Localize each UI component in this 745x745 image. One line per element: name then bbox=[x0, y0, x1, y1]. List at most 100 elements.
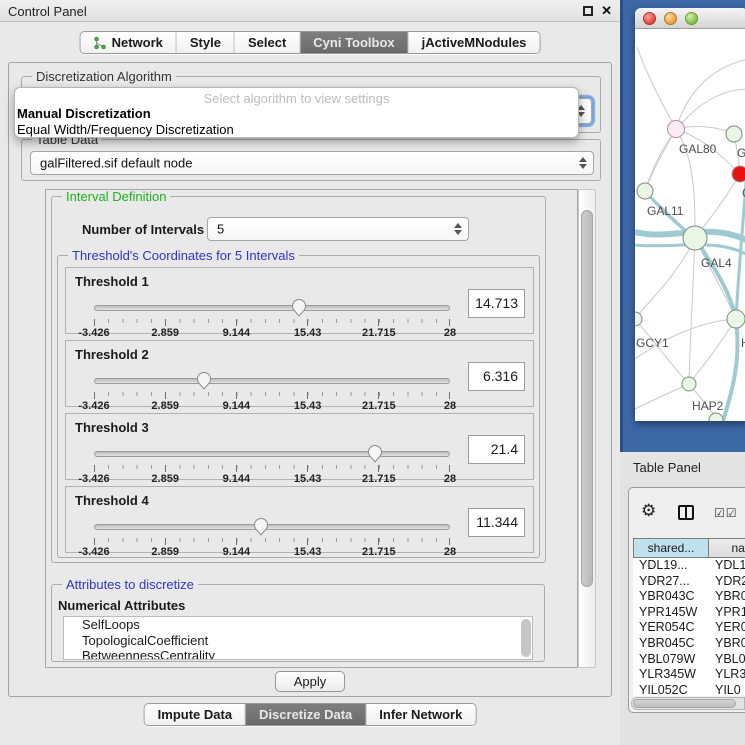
label-gal4: GAL4 bbox=[701, 256, 732, 270]
node-gcy1[interactable] bbox=[635, 312, 642, 326]
tab-infer-network[interactable]: Infer Network bbox=[366, 704, 475, 725]
table-panel-titlebar: Table Panel bbox=[620, 452, 745, 483]
cell-shared-name[interactable]: YDL19... bbox=[633, 558, 709, 574]
settings-scrollbar-thumb[interactable] bbox=[581, 210, 593, 587]
cell-shared-name[interactable]: YPR145W bbox=[633, 605, 709, 621]
apply-button[interactable]: Apply bbox=[275, 671, 345, 692]
cell-name[interactable]: YPR1 bbox=[709, 605, 745, 621]
column-header-name[interactable]: name bbox=[709, 538, 745, 558]
attribute-list-item[interactable]: SelfLoops bbox=[64, 617, 532, 633]
cell-name[interactable]: YER0 bbox=[709, 620, 745, 636]
cell-shared-name[interactable]: YBL079W bbox=[633, 652, 709, 668]
node-partial-top-right[interactable] bbox=[726, 126, 742, 142]
table-row[interactable]: YBL079WYBL0 bbox=[633, 652, 745, 668]
checkboxes-icon[interactable]: ☑☑ bbox=[714, 506, 738, 520]
tick-label: 15.43 bbox=[294, 473, 322, 485]
node-red-selected[interactable] bbox=[732, 166, 745, 182]
threshold-label: Threshold 4 bbox=[75, 493, 149, 508]
threshold-value-field[interactable]: 11.344 bbox=[468, 508, 525, 537]
cell-shared-name[interactable]: YLR345W bbox=[633, 667, 709, 683]
cell-shared-name[interactable]: YBR045C bbox=[633, 636, 709, 652]
tick-label: 21.715 bbox=[362, 327, 396, 339]
threshold-4-row: Threshold 4 -3.4262.8599.14415.4321.7152… bbox=[65, 486, 534, 553]
node-partial-bottom[interactable] bbox=[709, 413, 723, 421]
table-hscrollbar-thumb[interactable] bbox=[633, 699, 736, 708]
table-panel-toolbar: ⚙ ☑☑ bbox=[629, 488, 745, 533]
node-hap2[interactable] bbox=[682, 377, 696, 391]
cell-name[interactable]: YBL0 bbox=[709, 652, 745, 668]
tick-label: 2.859 bbox=[151, 546, 179, 558]
table-body[interactable]: YDL19...YDL1YDR27...YDR2YBR043CYBR0YPR14… bbox=[633, 558, 745, 696]
tab-jactivemnodules[interactable]: jActiveMNodules bbox=[409, 32, 540, 53]
node-gal11[interactable] bbox=[637, 183, 653, 199]
tab-network[interactable]: Network bbox=[81, 32, 177, 53]
tab-select[interactable]: Select bbox=[235, 32, 300, 53]
attribute-list-item[interactable]: BetweennessCentrality bbox=[64, 648, 532, 660]
threshold-value-field[interactable]: 21.4 bbox=[468, 435, 525, 464]
close-icon[interactable]: ✕ bbox=[601, 3, 612, 19]
tick-label: 9.144 bbox=[223, 546, 251, 558]
table-row[interactable]: YER054CYER0 bbox=[633, 620, 745, 636]
cell-shared-name[interactable]: YIL052C bbox=[633, 683, 709, 696]
threshold-slider-track[interactable] bbox=[94, 378, 450, 384]
popup-option-manual-discretization[interactable]: Manual Discretization bbox=[17, 106, 151, 121]
table-row[interactable]: YLR345WYLR3 bbox=[633, 667, 745, 683]
tick-label: 15.43 bbox=[294, 327, 322, 339]
close-traffic-light-icon[interactable] bbox=[643, 12, 656, 25]
table-row[interactable]: YBR045CYBR0 bbox=[633, 636, 745, 652]
gear-icon[interactable]: ⚙ bbox=[641, 501, 656, 521]
threshold-slider-track[interactable] bbox=[94, 305, 450, 311]
threshold-value-field[interactable]: 6.316 bbox=[468, 362, 525, 391]
tab-impute-data[interactable]: Impute Data bbox=[145, 704, 246, 725]
cell-name[interactable]: YLR3 bbox=[709, 667, 745, 683]
window-title: Control Panel bbox=[8, 4, 87, 19]
table-data-combo[interactable]: galFiltered.sif default node bbox=[30, 151, 594, 175]
number-of-intervals-combo[interactable]: 5 bbox=[207, 217, 469, 241]
cell-shared-name[interactable]: YER054C bbox=[633, 620, 709, 636]
float-window-icon[interactable] bbox=[583, 6, 593, 16]
minimize-traffic-light-icon[interactable] bbox=[664, 12, 677, 25]
threshold-slider-track[interactable] bbox=[94, 524, 450, 530]
settings-scrollbar[interactable] bbox=[578, 189, 596, 668]
threshold-slider-thumb[interactable] bbox=[196, 371, 212, 390]
popup-hint: Select algorithm to view settings bbox=[15, 91, 578, 106]
threshold-slider-thumb[interactable] bbox=[367, 444, 383, 463]
cell-name[interactable]: YBR0 bbox=[709, 636, 745, 652]
node-partial-low-right[interactable] bbox=[727, 310, 745, 328]
table-data-combo-value: galFiltered.sif default node bbox=[40, 156, 192, 171]
tick-label: -3.426 bbox=[78, 473, 109, 485]
threshold-slider-thumb[interactable] bbox=[291, 298, 307, 317]
table-row[interactable]: YDL19...YDL1 bbox=[633, 558, 745, 574]
right-column-footer bbox=[620, 713, 745, 745]
zoom-traffic-light-icon[interactable] bbox=[685, 12, 698, 25]
table-row[interactable]: YPR145WYPR1 bbox=[633, 605, 745, 621]
tab-discretize-data[interactable]: Discretize Data bbox=[246, 704, 366, 725]
cell-name[interactable]: YIL0 bbox=[709, 683, 745, 696]
cell-name[interactable]: YDR2 bbox=[709, 574, 745, 590]
split-table-icon[interactable] bbox=[678, 505, 694, 520]
table-row[interactable]: YIL052CYIL0 bbox=[633, 683, 745, 696]
cell-shared-name[interactable]: YBR043C bbox=[633, 589, 709, 605]
cell-shared-name[interactable]: YDR27... bbox=[633, 574, 709, 590]
threshold-slider-track[interactable] bbox=[94, 451, 450, 457]
node-gal4[interactable] bbox=[683, 226, 707, 250]
tab-cyni-toolbox[interactable]: Cyni Toolbox bbox=[300, 32, 408, 53]
list-scrollbar-thumb[interactable] bbox=[521, 619, 531, 657]
node-gal80[interactable] bbox=[668, 121, 685, 138]
cell-name[interactable]: YDL1 bbox=[709, 558, 745, 574]
table-horizontal-scrollbar[interactable] bbox=[631, 697, 745, 710]
tick-label: -3.426 bbox=[78, 327, 109, 339]
numerical-attributes-list[interactable]: SelfLoopsTopologicalCoefficientBetweenne… bbox=[63, 616, 533, 660]
threshold-slider-thumb[interactable] bbox=[253, 517, 269, 536]
table-panel-title: Table Panel bbox=[633, 460, 701, 475]
network-canvas[interactable]: GAL80 GA C GAL11 GAL4 GCY1 H HAP2 bbox=[635, 29, 745, 421]
attribute-list-item[interactable]: TopologicalCoefficient bbox=[64, 633, 532, 649]
table-row[interactable]: YDR27...YDR2 bbox=[633, 574, 745, 590]
popup-option-equal-width-frequency[interactable]: Equal Width/Frequency Discretization bbox=[17, 122, 234, 137]
cell-name[interactable]: YBR0 bbox=[709, 589, 745, 605]
table-row[interactable]: YBR043CYBR0 bbox=[633, 589, 745, 605]
tab-style[interactable]: Style bbox=[177, 32, 235, 53]
column-header-shared[interactable]: shared... bbox=[633, 538, 709, 558]
threshold-value-field[interactable]: 14.713 bbox=[468, 289, 525, 318]
tick-label: 9.144 bbox=[223, 400, 251, 412]
